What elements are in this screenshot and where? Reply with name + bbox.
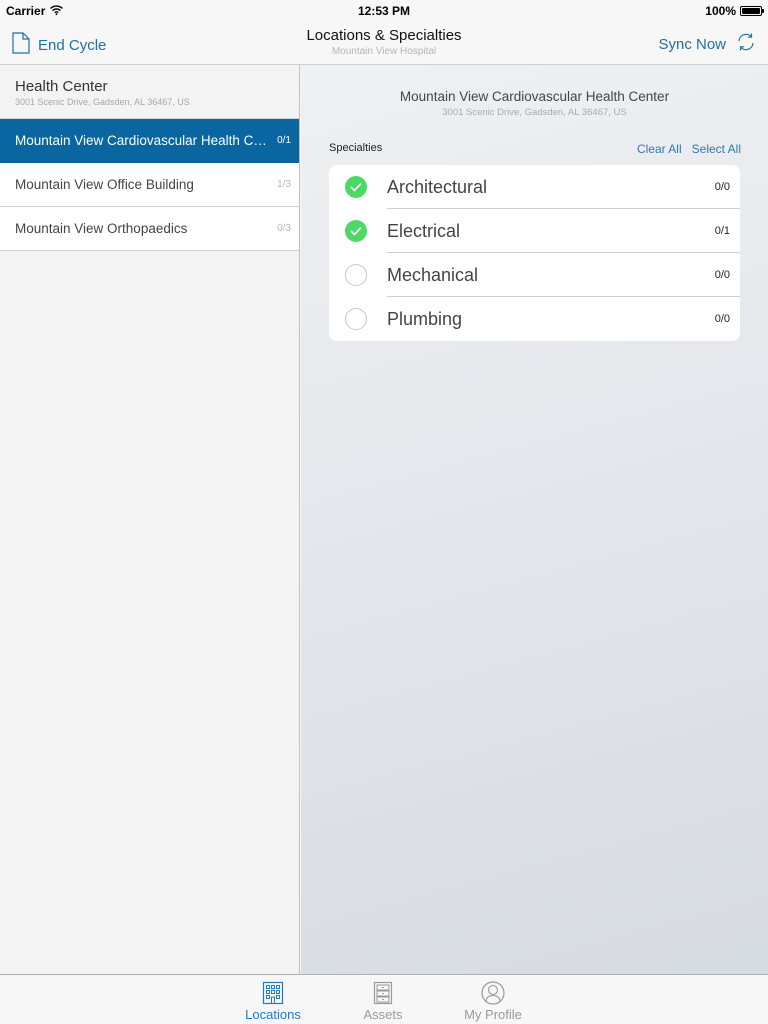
location-name: Mountain View Cardiovascular Health Cent… (15, 133, 270, 148)
tab-locations[interactable]: Locations (228, 980, 318, 1022)
locations-sidebar: Health Center 3001 Scenic Drive, Gadsden… (0, 65, 300, 974)
facility-name: Health Center (15, 78, 108, 95)
clear-all-button[interactable]: Clear All (637, 142, 682, 156)
specialty-row[interactable]: Plumbing 0/0 (329, 297, 740, 341)
specialty-name: Electrical (387, 220, 461, 241)
unchecked-circle-icon[interactable] (345, 308, 367, 330)
location-item[interactable]: Mountain View Orthopaedics 0/3 (0, 207, 299, 251)
tab-label: My Profile (464, 1007, 522, 1022)
select-all-button[interactable]: Select All (692, 142, 741, 156)
specialty-count: 0/0 (714, 181, 730, 193)
page-subtitle: Mountain View Hospital (331, 46, 437, 57)
specialty-count: 0/0 (714, 313, 730, 325)
checkmark-icon[interactable] (345, 220, 367, 242)
tab-bar: Locations Assets My Profile (0, 974, 768, 1024)
nav-title-group: Locations & Specialties Mountain View Ho… (0, 27, 768, 57)
location-name: Mountain View Orthopaedics (15, 221, 188, 236)
facility-address: 3001 Scenic Drive, Gadsden, AL 36467, US (15, 97, 190, 107)
sync-now-label: Sync Now (658, 35, 726, 53)
tab-assets[interactable]: Assets (338, 980, 428, 1022)
specialties-list: Architectural 0/0 Electrical 0/1 Mechani… (329, 165, 740, 341)
clock: 12:53 PM (357, 4, 411, 18)
cabinet-icon (338, 980, 428, 1006)
tab-my-profile[interactable]: My Profile (448, 980, 538, 1022)
location-count: 0/1 (277, 135, 291, 146)
specialty-count: 0/1 (714, 225, 730, 237)
location-title: Mountain View Cardiovascular Health Cent… (399, 89, 670, 104)
location-address: 3001 Scenic Drive, Gadsden, AL 36467, US (442, 107, 627, 118)
location-item[interactable]: Mountain View Office Building 1/3 (0, 163, 299, 207)
specialty-name: Plumbing (387, 308, 463, 329)
sync-now-button[interactable]: Sync Now (658, 32, 756, 56)
specialty-row[interactable]: Electrical 0/1 (329, 209, 740, 253)
specialties-actions: Clear All Select All (637, 142, 741, 156)
status-bar: Carrier 12:53 PM 100% (0, 0, 768, 20)
location-item[interactable]: Mountain View Cardiovascular Health Cent… (0, 119, 299, 163)
building-icon (228, 980, 318, 1006)
battery-indicator: 100% (705, 4, 764, 18)
unchecked-circle-icon[interactable] (345, 264, 367, 286)
tab-label: Assets (363, 1007, 403, 1022)
specialty-count: 0/0 (714, 269, 730, 281)
specialty-row[interactable]: Mechanical 0/0 (329, 253, 740, 297)
location-count: 0/3 (277, 223, 291, 234)
specialty-name: Architectural (387, 176, 488, 197)
tab-label: Locations (245, 1007, 301, 1022)
sync-icon (736, 32, 756, 56)
profile-icon (448, 980, 538, 1006)
specialty-name: Mechanical (387, 264, 479, 285)
navigation-bar: End Cycle Locations & Specialties Mounta… (0, 20, 768, 65)
specialty-row[interactable]: Architectural 0/0 (329, 165, 740, 209)
battery-percent: 100% (705, 4, 736, 18)
location-name: Mountain View Office Building (15, 177, 194, 192)
page-title: Locations & Specialties (306, 27, 462, 44)
specialties-heading: Specialties (329, 142, 383, 154)
location-count: 1/3 (277, 179, 291, 190)
sidebar-header: Health Center 3001 Scenic Drive, Gadsden… (0, 65, 299, 119)
location-detail: Mountain View Cardiovascular Health Cent… (301, 65, 768, 974)
battery-icon (740, 6, 764, 16)
checkmark-icon[interactable] (345, 176, 367, 198)
